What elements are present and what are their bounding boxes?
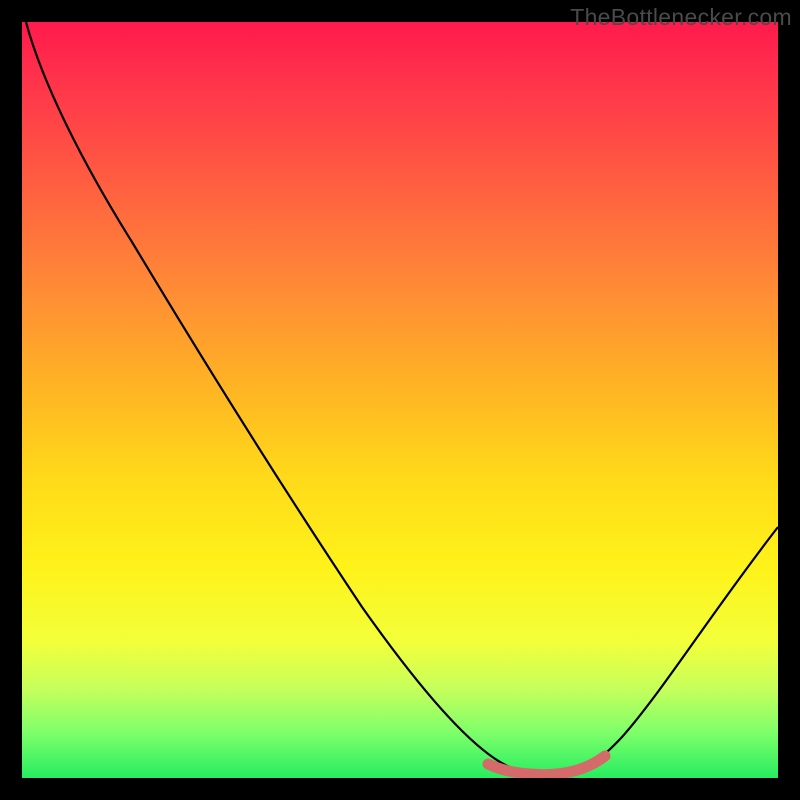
optimal-range-marker (488, 756, 605, 775)
watermark-text: TheBottlenecker.com (570, 4, 792, 31)
bottleneck-curve (26, 22, 778, 775)
plot-svg (22, 22, 778, 778)
